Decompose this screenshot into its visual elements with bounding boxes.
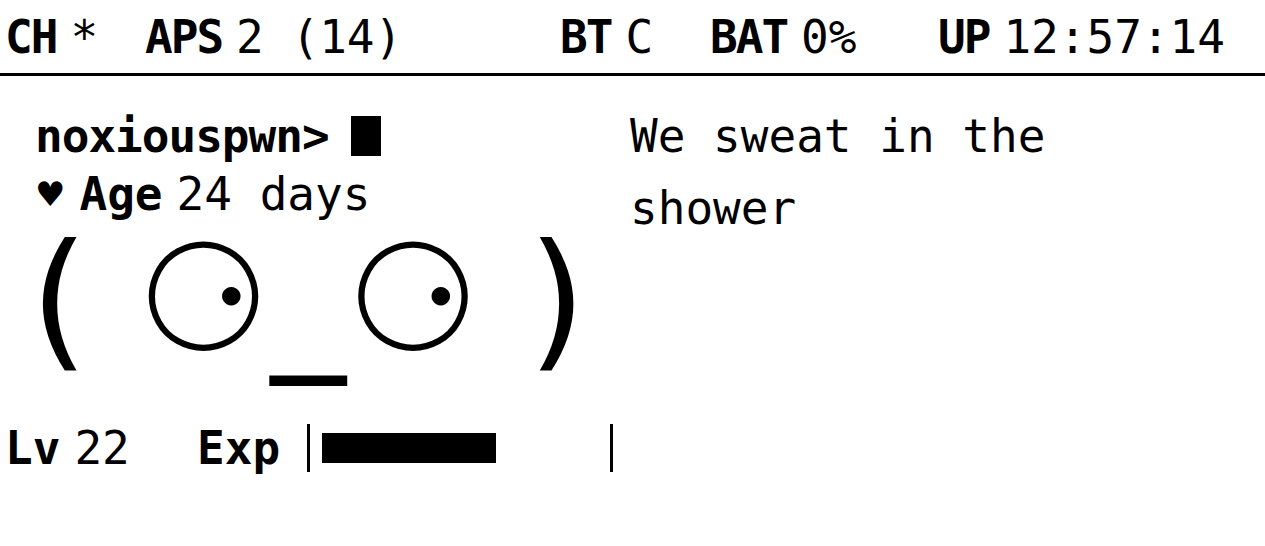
status-item: CH*	[5, 9, 145, 65]
status-label: BT	[560, 9, 611, 65]
status-item: BTC	[560, 9, 710, 65]
exp-track	[322, 433, 598, 463]
age-line: ♥Age 24 days	[0, 164, 620, 224]
face: ( ⚆_⚆ )	[30, 224, 586, 374]
exp-fill	[322, 433, 496, 463]
status-item: BAT0%	[710, 9, 938, 65]
message: We sweat in the shower	[630, 100, 1220, 244]
status-bar: CH*APS2 (14)BTCBAT0%UP12:57:14	[0, 0, 1265, 76]
level: Lv22	[5, 420, 197, 476]
status-value: 0%	[801, 9, 856, 65]
exp-label: Exp	[197, 420, 307, 476]
status-value: 2 (14)	[236, 9, 402, 65]
age-value: 24 days	[177, 166, 371, 222]
level-label: Lv	[5, 420, 60, 476]
left-panel: noxiouspwn>♥Age24 days( ⚆_⚆ )Lv22Exp	[0, 76, 620, 476]
status-item: UP12:57:14	[938, 9, 1258, 65]
prompt-line: noxiouspwn>	[0, 76, 620, 164]
screen-body: noxiouspwn>♥Age24 days( ⚆_⚆ )Lv22ExpWe s…	[0, 76, 1265, 476]
status-value: C	[625, 9, 653, 65]
status-item: APS2 (14)	[145, 9, 560, 65]
status-label: APS	[145, 9, 222, 65]
status-label: CH	[5, 9, 56, 65]
unit-name: noxiouspwn>	[35, 108, 329, 164]
status-label: UP	[938, 9, 989, 65]
face-row: ( ⚆_⚆ )	[0, 224, 620, 420]
heart-icon: ♥	[35, 166, 65, 222]
level-line: Lv22Exp	[0, 420, 620, 476]
cursor	[351, 116, 381, 156]
status-value: *	[70, 9, 98, 65]
level-value: 22	[74, 420, 129, 476]
status-value: 12:57:14	[1003, 9, 1225, 65]
exp-bar	[307, 424, 613, 472]
message-panel: We sweat in the shower	[620, 76, 1220, 476]
age-label: Age	[79, 166, 162, 222]
status-label: BAT	[710, 9, 787, 65]
